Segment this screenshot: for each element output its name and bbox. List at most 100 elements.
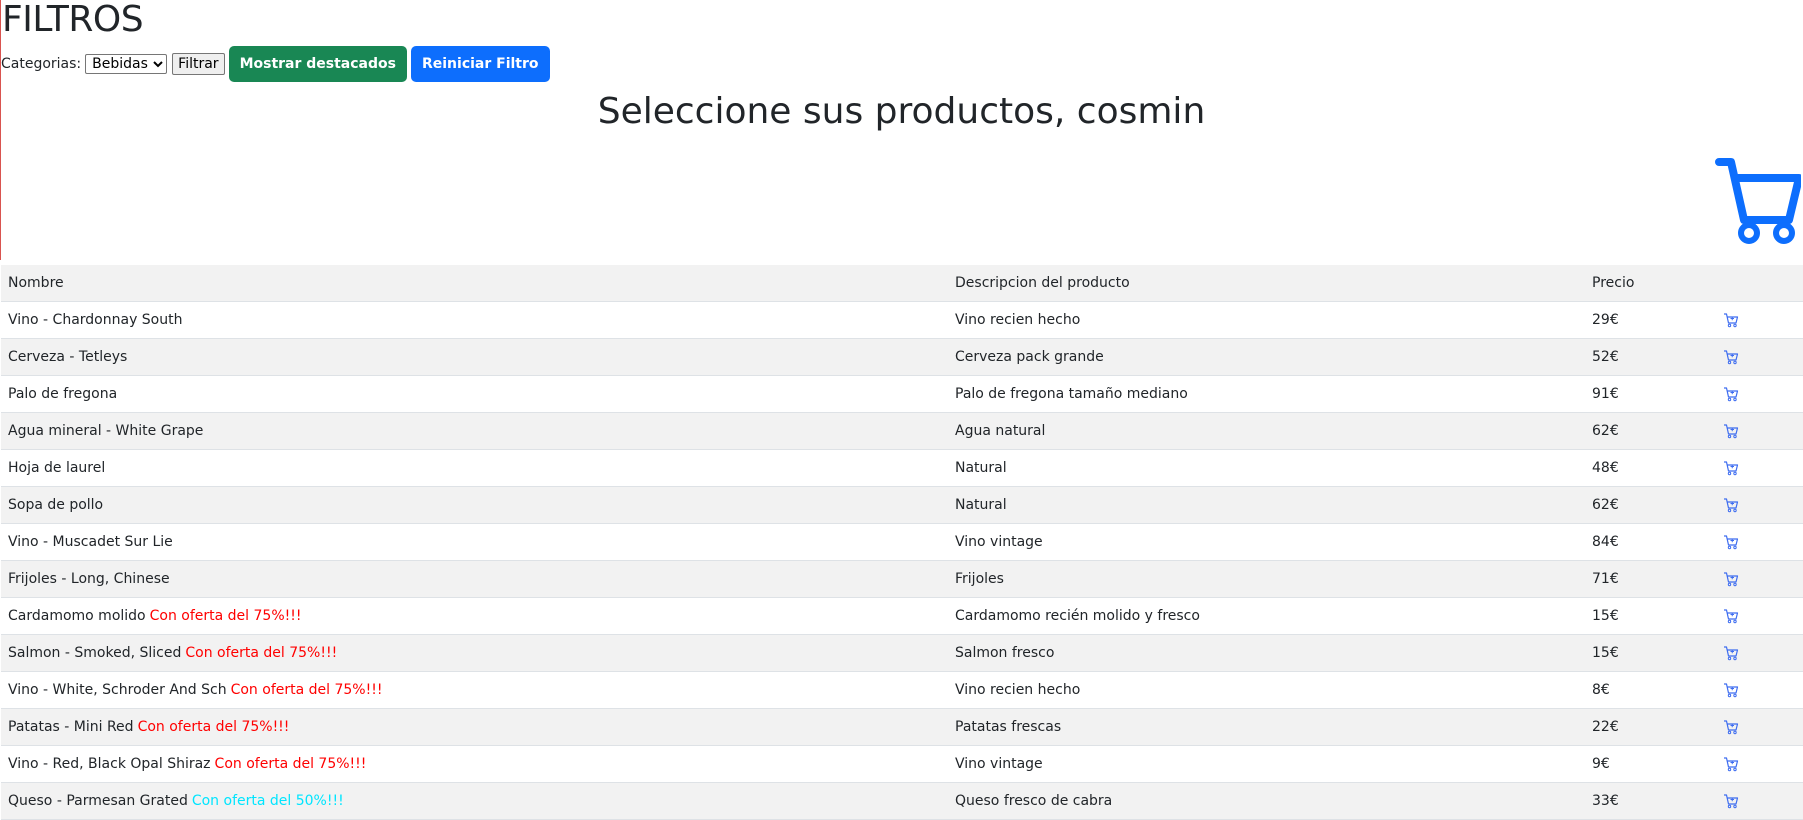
- add-to-cart-cell: [1722, 560, 1803, 598]
- table-row: Cardamomo molido Con oferta del 75%!!! Car…: [1, 597, 1803, 635]
- add-to-cart-cell: [1722, 634, 1803, 672]
- add-to-cart-icon[interactable]: [1723, 719, 1739, 735]
- product-price: 29€: [1585, 301, 1722, 339]
- add-to-cart-icon[interactable]: [1723, 349, 1739, 365]
- shopping-cart-icon[interactable]: [1715, 158, 1801, 246]
- table-row: Queso - Parmesan Grated Con oferta del 50…: [1, 782, 1803, 820]
- add-to-cart-cell: [1722, 782, 1803, 820]
- product-name: Vino - Red, Black Opal Shiraz: [8, 756, 211, 772]
- product-name-cell: Frijoles - Long, Chinese: [1, 560, 948, 598]
- product-name: Agua mineral - White Grape: [8, 423, 204, 439]
- product-name-cell: Patatas - Mini Red Con oferta del 75%!!!: [1, 708, 948, 746]
- product-name-cell: Cerveza - Tetleys: [1, 338, 948, 376]
- add-to-cart-icon[interactable]: [1723, 608, 1739, 624]
- product-description: Natural: [948, 486, 1585, 524]
- header-cart: [1722, 265, 1803, 302]
- product-name: Patatas - Mini Red: [8, 719, 134, 735]
- offer-badge: Con oferta del 75%!!!: [214, 756, 367, 772]
- product-name-cell: Vino - Chardonnay South: [1, 301, 948, 339]
- product-description: Patatas frescas: [948, 708, 1585, 746]
- product-description: Vino recien hecho: [948, 671, 1585, 709]
- left-edge-rule: [0, 0, 1, 260]
- product-price: 48€: [1585, 449, 1722, 487]
- products-table-body: Vino - Chardonnay South Vino recien hecho…: [1, 301, 1803, 820]
- add-to-cart-icon[interactable]: [1723, 571, 1739, 587]
- header-name: Nombre: [1, 265, 948, 302]
- add-to-cart-icon[interactable]: [1723, 793, 1739, 809]
- product-price: 62€: [1585, 486, 1722, 524]
- product-price: 22€: [1585, 708, 1722, 746]
- product-description: Salmon fresco: [948, 634, 1585, 672]
- add-to-cart-icon[interactable]: [1723, 756, 1739, 772]
- product-name-cell: Sopa de pollo: [1, 486, 948, 524]
- product-name-cell: Agua mineral - White Grape: [1, 412, 948, 450]
- add-to-cart-icon[interactable]: [1723, 460, 1739, 476]
- add-to-cart-cell: [1722, 671, 1803, 709]
- table-row: Cerveza - Tetleys Cerveza pack grande 52€: [1, 338, 1803, 376]
- table-header-row: Nombre Descripcion del producto Precio: [1, 265, 1803, 302]
- offer-badge: Con oferta del 75%!!!: [149, 608, 302, 624]
- category-select[interactable]: Bebidas: [85, 54, 168, 74]
- product-name: Cerveza - Tetleys: [8, 349, 128, 365]
- product-price: 52€: [1585, 338, 1722, 376]
- add-to-cart-icon[interactable]: [1723, 386, 1739, 402]
- product-name: Salmon - Smoked, Sliced: [8, 645, 182, 661]
- add-to-cart-icon[interactable]: [1723, 497, 1739, 513]
- table-row: Palo de fregona Palo de fregona tamaño me…: [1, 375, 1803, 413]
- add-to-cart-icon[interactable]: [1723, 312, 1739, 328]
- table-row: Frijoles - Long, Chinese Frijoles 71€: [1, 560, 1803, 598]
- product-description: Natural: [948, 449, 1585, 487]
- add-to-cart-cell: [1722, 597, 1803, 635]
- reset-filter-button[interactable]: Reiniciar Filtro: [410, 46, 550, 82]
- header-price: Precio: [1585, 265, 1722, 302]
- product-description: Palo de fregona tamaño mediano: [948, 375, 1585, 413]
- product-name: Palo de fregona: [8, 386, 118, 402]
- product-name-cell: Salmon - Smoked, Sliced Con oferta del 75…: [1, 634, 948, 672]
- product-price: 84€: [1585, 523, 1722, 561]
- add-to-cart-cell: [1722, 338, 1803, 376]
- add-to-cart-icon[interactable]: [1723, 645, 1739, 661]
- add-to-cart-cell: [1722, 301, 1803, 339]
- product-name-cell: Vino - Red, Black Opal Shiraz Con oferta …: [1, 745, 948, 783]
- header-description: Descripcion del producto: [948, 265, 1585, 302]
- filter-bar: Categorias: Bebidas Filtrar Mostrar dest…: [0, 46, 1803, 82]
- product-name: Vino - White, Schroder And Sch: [8, 682, 227, 698]
- product-name: Queso - Parmesan Grated: [8, 793, 188, 809]
- add-to-cart-icon[interactable]: [1723, 682, 1739, 698]
- product-description: Vino vintage: [948, 523, 1585, 561]
- offer-badge: Con oferta del 75%!!!: [230, 682, 383, 698]
- product-description: Vino recien hecho: [948, 301, 1585, 339]
- table-row: Vino - White, Schroder And Sch Con oferta…: [1, 671, 1803, 709]
- product-name-cell: Palo de fregona: [1, 375, 948, 413]
- category-label: Categorias:: [1, 56, 82, 72]
- product-name-cell: Hoja de laurel: [1, 449, 948, 487]
- add-to-cart-cell: [1722, 745, 1803, 783]
- add-to-cart-cell: [1722, 486, 1803, 524]
- add-to-cart-icon[interactable]: [1723, 423, 1739, 439]
- offer-badge: Con oferta del 75%!!!: [137, 719, 290, 735]
- offer-badge: Con oferta del 75%!!!: [185, 645, 338, 661]
- table-row: Vino - Red, Black Opal Shiraz Con oferta …: [1, 745, 1803, 783]
- product-price: 15€: [1585, 634, 1722, 672]
- offer-badge: Con oferta del 50%!!!: [191, 793, 344, 809]
- table-row: Vino - Muscadet Sur Lie Vino vintage 84€: [1, 523, 1803, 561]
- table-row: Sopa de pollo Natural 62€: [1, 486, 1803, 524]
- product-name: Vino - Muscadet Sur Lie: [8, 534, 173, 550]
- filter-button[interactable]: Filtrar: [172, 53, 225, 75]
- product-description: Vino vintage: [948, 745, 1585, 783]
- product-price: 91€: [1585, 375, 1722, 413]
- add-to-cart-cell: [1722, 412, 1803, 450]
- table-row: Patatas - Mini Red Con oferta del 75%!!! P…: [1, 708, 1803, 746]
- product-name: Hoja de laurel: [8, 460, 106, 476]
- product-description: Queso fresco de cabra: [948, 782, 1585, 820]
- product-price: 33€: [1585, 782, 1722, 820]
- show-featured-button[interactable]: Mostrar destacados: [228, 46, 407, 82]
- product-price: 15€: [1585, 597, 1722, 635]
- product-price: 71€: [1585, 560, 1722, 598]
- product-description: Cerveza pack grande: [948, 338, 1585, 376]
- add-to-cart-icon[interactable]: [1723, 534, 1739, 550]
- product-price: 8€: [1585, 671, 1722, 709]
- product-name-cell: Cardamomo molido Con oferta del 75%!!!: [1, 597, 948, 635]
- add-to-cart-cell: [1722, 523, 1803, 561]
- product-name: Vino - Chardonnay South: [8, 312, 183, 328]
